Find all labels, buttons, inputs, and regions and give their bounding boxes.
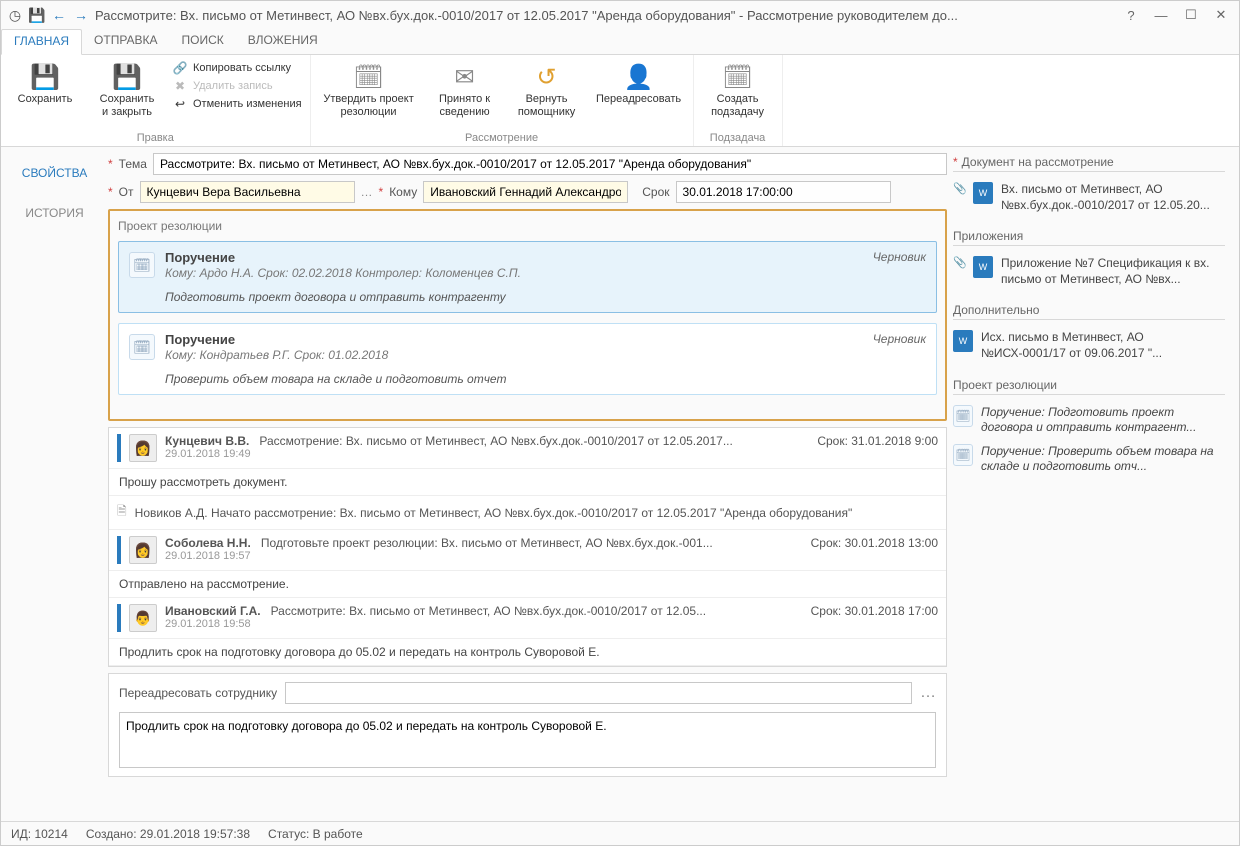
calendar-check-icon: 🗓	[355, 63, 383, 91]
word-doc-icon: W	[973, 256, 993, 278]
activity-feed: 👩 Кунцевич В.В.Рассмотрение: Вх. письмо …	[108, 427, 947, 667]
compose-box: Переадресовать сотруднику … Продлить сро…	[108, 673, 947, 777]
subject-label: Тема	[119, 157, 147, 171]
resolution-box: Проект резолюции 🗓 Поручение Кому: Ардо …	[108, 209, 947, 421]
document-icon: 🗎	[117, 502, 127, 523]
help-button[interactable]: ?	[1119, 8, 1143, 23]
copy-link-button[interactable]: 🔗Копировать ссылку	[173, 61, 302, 75]
ribbon-tabs: ГЛАВНАЯ ОТПРАВКА ПОИСК ВЛОЖЕНИЯ	[1, 29, 1239, 55]
more-icon[interactable]: …	[920, 684, 936, 702]
feed-entry[interactable]: 👩 Кунцевич В.В.Рассмотрение: Вх. письмо …	[109, 428, 946, 469]
floppy-icon: 💾	[31, 63, 59, 91]
side-tabs: СВОЙСТВА ИСТОРИЯ	[7, 153, 102, 815]
to-label: Кому	[389, 185, 417, 199]
task-card[interactable]: 🗓 Поручение Кому: Ардо Н.А. Срок: 02.02.…	[118, 241, 937, 313]
noted-button[interactable]: ✉ Принято к сведению	[429, 59, 501, 119]
maximize-button[interactable]: ☐	[1179, 7, 1203, 23]
rp-documents-title: *Документ на рассмотрение	[953, 155, 1225, 172]
avatar: 👨	[129, 604, 157, 632]
avatar: 👩	[129, 434, 157, 462]
task-status: Черновик	[873, 250, 926, 264]
return-button[interactable]: ↺ Вернуть помощнику	[511, 59, 583, 119]
sidetab-properties[interactable]: СВОЙСТВА	[7, 153, 102, 193]
task-card[interactable]: 🗓 Поручение Кому: Кондратьев Р.Г. Срок: …	[118, 323, 937, 395]
minimize-button[interactable]: —	[1149, 8, 1173, 23]
undo-circle-icon: ↺	[533, 63, 561, 91]
task-status: Черновик	[873, 332, 926, 346]
from-input[interactable]	[140, 181, 355, 203]
floppy-icon: 💾	[113, 63, 141, 91]
clock-icon: ◷	[7, 7, 23, 23]
word-doc-icon: W	[973, 182, 993, 204]
save-button[interactable]: 💾 Сохранить	[9, 59, 81, 106]
paperclip-icon: 📎	[953, 182, 965, 195]
from-more-icon[interactable]: …	[361, 185, 373, 199]
window-title: Рассмотрите: Вх. письмо от Метинвест, АО…	[95, 8, 1113, 23]
tab-send[interactable]: ОТПРАВКА	[82, 29, 170, 54]
feed-message: Отправлено на рассмотрение.	[109, 571, 946, 598]
forward-icon[interactable]: →	[73, 7, 89, 23]
due-label: Срок	[642, 185, 669, 199]
feed-action-line[interactable]: 🗎Новиков А.Д. Начато рассмотрение: Вх. п…	[109, 496, 946, 530]
feed-entry[interactable]: 👨 Ивановский Г.А.Рассмотрите: Вх. письмо…	[109, 598, 946, 639]
forward-label: Переадресовать сотруднику	[119, 686, 277, 700]
sidetab-history[interactable]: ИСТОРИЯ	[7, 193, 102, 233]
tab-main[interactable]: ГЛАВНАЯ	[1, 29, 82, 55]
resolution-item[interactable]: 🗓 Поручение: Подготовить проект договора…	[953, 401, 1225, 440]
rp-attachments-title: Приложения	[953, 229, 1225, 246]
task-icon: 🗓	[953, 444, 973, 466]
word-doc-icon: W	[953, 330, 973, 352]
feed-entry[interactable]: 👩 Соболева Н.Н.Подготовьте проект резолю…	[109, 530, 946, 571]
to-input[interactable]	[423, 181, 628, 203]
comment-textarea[interactable]: Продлить срок на подготовку договора до …	[119, 712, 936, 768]
save-close-button[interactable]: 💾 Сохранить и закрыть	[91, 59, 163, 119]
subject-input[interactable]	[153, 153, 947, 175]
task-icon: 🗓	[129, 252, 155, 278]
cancel-changes-button[interactable]: ↩Отменить изменения	[173, 97, 302, 111]
titlebar: ◷ 💾 ← → Рассмотрите: Вх. письмо от Метин…	[1, 1, 1239, 29]
document-item[interactable]: 📎 W Вх. письмо от Метинвест, АО №вх.бух.…	[953, 178, 1225, 217]
extra-item[interactable]: W Исх. письмо в Метинвест, АО №ИСХ-0001/…	[953, 326, 1225, 365]
tab-search[interactable]: ПОИСК	[170, 29, 236, 54]
attachment-item[interactable]: 📎 W Приложение №7 Спецификация к вх. пис…	[953, 252, 1225, 291]
calendar-plus-icon: 🗓	[724, 63, 752, 91]
feed-message: Продлить срок на подготовку договора до …	[109, 639, 946, 666]
feed-message: Прошу рассмотреть документ.	[109, 469, 946, 496]
paperclip-icon: 📎	[953, 256, 965, 269]
save-icon[interactable]: 💾	[29, 7, 45, 23]
close-button[interactable]: ✕	[1209, 7, 1233, 23]
rp-extra-title: Дополнительно	[953, 303, 1225, 320]
avatar: 👩	[129, 536, 157, 564]
task-icon: 🗓	[129, 334, 155, 360]
statusbar: ИД: 10214 Создано: 29.01.2018 19:57:38 С…	[1, 821, 1239, 845]
person-arrow-icon: 👤	[625, 63, 653, 91]
right-panel: *Документ на рассмотрение 📎 W Вх. письмо…	[953, 153, 1233, 815]
ribbon: 💾 Сохранить 💾 Сохранить и закрыть 🔗Копир…	[1, 55, 1239, 147]
from-label: От	[119, 185, 134, 199]
forward-input[interactable]	[285, 682, 912, 704]
approve-resolution-button[interactable]: 🗓 Утвердить проект резолюции	[319, 59, 419, 119]
tab-attach[interactable]: ВЛОЖЕНИЯ	[236, 29, 330, 54]
undo-icon: ↩	[173, 97, 187, 111]
back-icon[interactable]: ←	[51, 7, 67, 23]
link-icon: 🔗	[173, 61, 187, 75]
rp-resolution-title: Проект резолюции	[953, 378, 1225, 395]
forward-button[interactable]: 👤 Переадресовать	[593, 59, 685, 106]
delete-button: ✖Удалить запись	[173, 79, 302, 93]
cross-icon: ✖	[173, 79, 187, 93]
envelope-icon: ✉	[451, 63, 479, 91]
resolution-title: Проект резолюции	[118, 219, 937, 233]
create-subtask-button[interactable]: 🗓 Создать подзадачу	[702, 59, 774, 119]
due-input[interactable]	[676, 181, 891, 203]
resolution-item[interactable]: 🗓 Поручение: Проверить объем товара на с…	[953, 440, 1225, 479]
task-icon: 🗓	[953, 405, 973, 427]
